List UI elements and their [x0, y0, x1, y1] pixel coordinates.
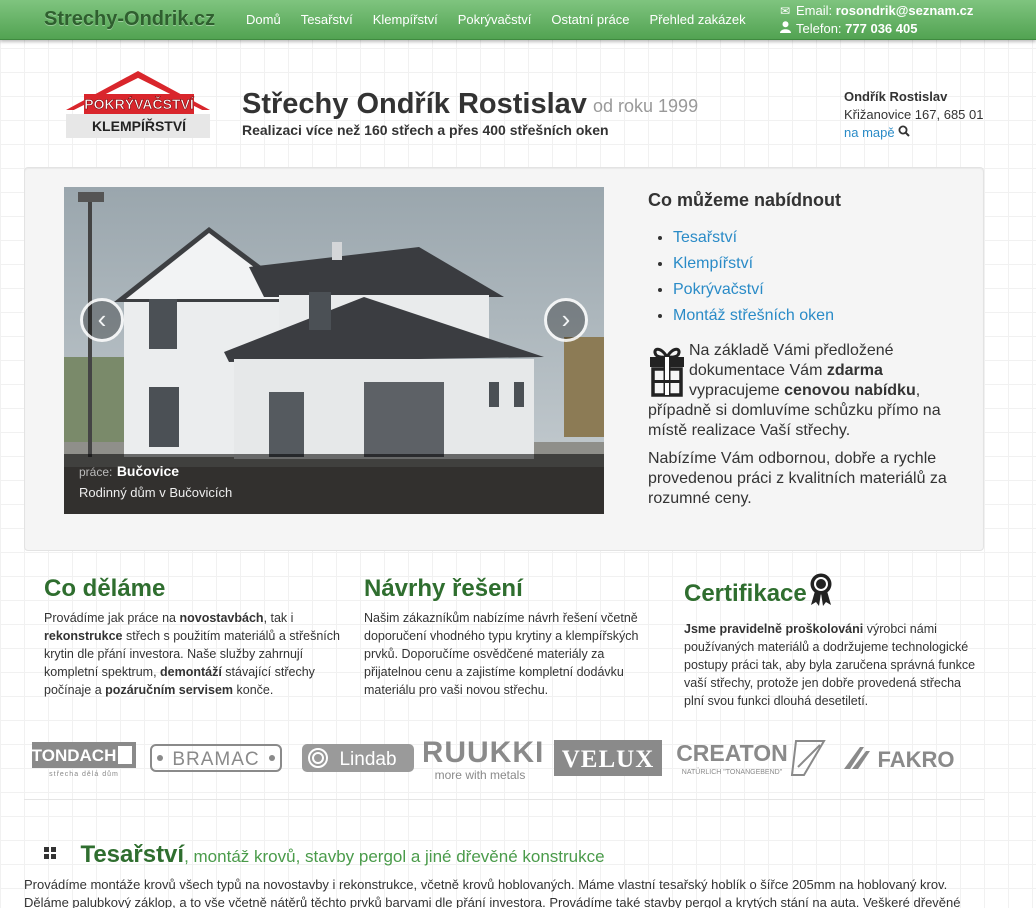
column-title-certifikace: Certifikace	[684, 579, 807, 607]
section-subtitle: , montáž krovů, stavby pergol a jiné dře…	[184, 847, 605, 866]
offer-p1-b: zdarma	[826, 362, 883, 379]
section-heading: Tesařství, montáž krovů, stavby pergol a…	[44, 841, 605, 869]
address-street: Křižanovice 167, 685 01	[844, 107, 984, 122]
tondach-text: TONDACH	[32, 746, 116, 765]
column-co-delame: Co děláme Provádíme jak práce na novosta…	[44, 573, 344, 699]
carousel-prev-button[interactable]: ‹	[80, 298, 124, 342]
nav-item-prehled-zakazek[interactable]: Přehled zakázek	[639, 0, 755, 40]
tondach-subtext: střecha dělá dům	[49, 770, 119, 778]
creaton-subtext: NATÜRLICH "TONANGEBEND"	[682, 768, 783, 776]
section-title-wrap: Tesařství, montáž krovů, stavby pergol a…	[80, 841, 604, 868]
section-text: Provádíme montáže krovů všech typů na no…	[24, 877, 961, 908]
gift-icon	[648, 343, 686, 397]
ruukki-logo[interactable]: RUUKKI more with metals	[424, 730, 542, 786]
bramac-text: BRAMAC	[172, 749, 259, 770]
column-title-co-delame: Co děláme	[44, 575, 166, 602]
column-title-navrhy-reseni: Návrhy řešení	[364, 575, 523, 602]
map-link[interactable]: na mapě	[844, 125, 895, 140]
column-certifikace: Certifikace Jsme pravidelně proškolováni…	[684, 573, 984, 710]
caption-place: Bučovice	[116, 463, 180, 479]
nav-item-pokryvacstvi[interactable]: Pokrývačství	[448, 0, 542, 40]
offer-link-tesarstvi[interactable]: Tesařství	[673, 229, 737, 246]
c1-b1: novostavbách	[179, 611, 264, 625]
carousel-caption: práce: Bučovice Rodinný dům v Bučovicích	[64, 454, 604, 514]
c1-b3: demontáží	[160, 665, 222, 679]
offer-panel: Co můžeme nabídnout Tesařství Klempířstv…	[648, 190, 968, 509]
caption-description: Rodinný dům v Bučovicích	[79, 485, 233, 500]
column-text-navrhy-reseni: Našim zákazníkům nabízíme návrh řešení v…	[364, 611, 639, 697]
grid-icon	[44, 846, 56, 864]
address-name: Ondřík Rostislav	[844, 89, 948, 104]
bramac-logo[interactable]: BRAMAC	[150, 730, 282, 786]
column-text-co-delame: Provádíme jak práce na novostavbách, tak…	[44, 609, 344, 699]
phone-label: Telefon:	[796, 21, 842, 36]
email-link[interactable]: rosondrik@seznam.cz	[836, 2, 974, 20]
column-title-certifikace-wrap: Certifikace	[684, 573, 984, 616]
offer-link-klempirstvi[interactable]: Klempířství	[673, 255, 753, 272]
nav-item-ostatni-prace[interactable]: Ostatní práce	[541, 0, 639, 40]
photo-carousel[interactable]: ‹ › práce: Bučovice Rodinný dům v Bučovi…	[64, 187, 604, 514]
email-label: Email:	[796, 3, 833, 18]
ruukki-subtext: more with metals	[435, 768, 526, 782]
column-text-certifikace: Jsme pravidelně proškolováni výrobci nám…	[684, 620, 984, 710]
nav-item-klempirstvi[interactable]: Klempířství	[363, 0, 448, 40]
offer-list: Tesařství Klempířství Pokrývačství Montá…	[673, 225, 968, 329]
offer-link-montaz-oken[interactable]: Montáž střešních oken	[673, 307, 834, 324]
envelope-icon: ✉	[779, 4, 791, 18]
c1-t5: konče.	[233, 683, 274, 697]
velux-logo[interactable]: VELUX	[554, 730, 662, 786]
offer-link-pokryvacstvi[interactable]: Pokrývačství	[673, 281, 764, 298]
creaton-text: CREATON	[676, 740, 788, 766]
top-navbar: Strechy-Ondrik.cz Domů Tesařství Klempíř…	[0, 0, 1036, 40]
tondach-logo[interactable]: TONDACH střecha dělá dům	[32, 730, 136, 786]
logo-line2: KLEMPÍŘSTVÍ	[92, 117, 187, 134]
user-icon	[778, 20, 792, 38]
brand-link[interactable]: Strechy-Ondrik.cz	[44, 8, 215, 31]
fakro-logo[interactable]: FAKRO	[840, 730, 966, 786]
partner-logos: TONDACH střecha dělá dům BRAMAC Lindab R…	[24, 730, 984, 786]
c3-b1: Jsme pravidelně proškolováni	[684, 622, 864, 636]
nav-item-tesarstvi[interactable]: Tesařství	[291, 0, 363, 40]
section-title: Tesařství	[80, 841, 185, 868]
top-contact: ✉ Email: rosondrik@seznam.cz Telefon: 77…	[778, 2, 973, 38]
certificate-seal-icon	[809, 573, 833, 616]
c1-t1: Provádíme jak práce na	[44, 611, 180, 625]
fakro-text: FAKRO	[878, 747, 955, 772]
address-block: Ondřík Rostislav Křižanovice 167, 685 01…	[844, 88, 983, 142]
creaton-logo[interactable]: CREATON NATÜRLICH "TONANGEBEND"	[674, 730, 830, 786]
lindab-logo[interactable]: Lindab	[302, 730, 414, 786]
nav-item-domu[interactable]: Domů	[236, 0, 291, 40]
since-year: od roku 1999	[593, 96, 699, 116]
section-divider	[24, 799, 984, 800]
c1-b4: pozáručním servisem	[105, 683, 234, 697]
main-menu: Domů Tesařství Klempířství Pokrývačství …	[236, 0, 756, 40]
offer-p1-c: vypracujeme	[689, 382, 785, 399]
tagline: Realizaci více než 160 střech a přes 400…	[242, 122, 609, 138]
offer-title: Co můžeme nabídnout	[648, 190, 841, 210]
company-logo[interactable]: POKRÝVAČSTVÍ KLEMPÍŘSTVÍ	[64, 70, 212, 138]
offer-p1-d: cenovou nabídku	[784, 382, 916, 399]
offer-paragraph-1: Na základě Vámi předložené dokumentace V…	[648, 341, 968, 441]
offer-paragraph-2: Nabízíme Vám odbornou, dobře a rychle pr…	[648, 450, 947, 507]
c1-b2: rekonstrukce	[44, 629, 123, 643]
offer-item: Klempířství	[673, 251, 968, 277]
site-title: Střechy Ondřík Rostislav	[242, 88, 587, 120]
offer-item: Tesařství	[673, 225, 968, 251]
c1-t2: , tak i	[263, 611, 294, 625]
phone-number: 777 036 405	[845, 21, 918, 36]
search-icon[interactable]	[898, 125, 910, 140]
carousel-next-button[interactable]: ›	[544, 298, 588, 342]
velux-text: VELUX	[562, 746, 655, 773]
column-navrhy-reseni: Návrhy řešení Našim zákazníkům nabízíme …	[364, 573, 664, 699]
lindab-text: Lindab	[339, 749, 396, 770]
offer-item: Pokrývačství	[673, 277, 968, 303]
logo-line1: POKRÝVAČSTVÍ	[84, 95, 195, 112]
caption-label: práce:	[79, 465, 113, 479]
ruukki-text: RUUKKI	[424, 736, 542, 769]
offer-item: Montáž střešních oken	[673, 303, 968, 329]
